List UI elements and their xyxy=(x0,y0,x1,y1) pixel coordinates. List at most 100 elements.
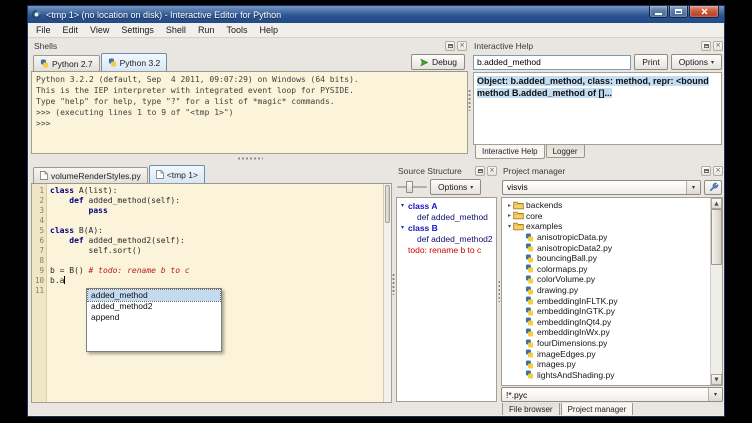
scrollbar-thumb[interactable] xyxy=(385,185,390,223)
title-bar[interactable]: <tmp 1> (no location on disk) - Interact… xyxy=(28,6,724,23)
splitter-horizontal[interactable] xyxy=(31,154,468,163)
close-panel-button[interactable]: × xyxy=(487,166,497,176)
project-file-row[interactable]: fourDimensions.py xyxy=(503,338,710,349)
shell-line: >>> (executing lines 1 to 9 of "<tmp 1>"… xyxy=(36,107,463,118)
wrench-icon xyxy=(708,182,719,193)
structure-panel-header[interactable]: Source Structure × xyxy=(395,164,498,177)
help-content[interactable]: Object: b.added_method, class: method, r… xyxy=(473,72,722,145)
slider-handle[interactable] xyxy=(406,181,413,193)
project-tab-project-manager[interactable]: Project manager xyxy=(561,403,634,415)
float-panel-button[interactable] xyxy=(475,166,485,176)
project-file-row[interactable]: embeddingInWx.py xyxy=(503,327,710,338)
project-file-row[interactable]: bouncingBall.py xyxy=(503,253,710,264)
project-folder-row[interactable]: ▾examples xyxy=(503,221,710,232)
menu-run[interactable]: Run xyxy=(192,24,221,36)
scroll-up-icon[interactable]: ▲ xyxy=(711,198,722,209)
float-icon xyxy=(478,169,483,173)
float-panel-button[interactable] xyxy=(701,41,711,51)
menu-view[interactable]: View xyxy=(84,24,115,36)
filter-input[interactable] xyxy=(502,390,708,400)
structure-item[interactable]: ▾class A xyxy=(398,200,495,211)
menu-file[interactable]: File xyxy=(30,24,57,36)
code-line xyxy=(50,256,383,266)
project-scrollbar[interactable]: ▲ ▼ xyxy=(710,198,722,385)
project-file-row[interactable]: drawing.py xyxy=(503,285,710,296)
structure-item-label: todo: rename b to c xyxy=(408,245,481,255)
autocomplete-item[interactable]: added_method2 xyxy=(88,301,220,312)
project-file-row[interactable]: embeddingInGTK.py xyxy=(503,306,710,317)
project-file-row[interactable]: colormaps.py xyxy=(503,264,710,275)
splitter-structure-project[interactable] xyxy=(498,164,500,415)
structure-item[interactable]: def added_method xyxy=(398,211,495,222)
python-file-icon xyxy=(524,243,535,252)
maximize-button[interactable] xyxy=(669,6,688,18)
autocomplete-item[interactable]: added_method xyxy=(88,290,220,301)
chevron-down-icon: ▾ xyxy=(686,181,700,194)
autocomplete-popup: added_methodadded_method2append xyxy=(86,288,222,352)
scroll-down-icon[interactable]: ▼ xyxy=(711,374,722,385)
editor-tab-volumerenderstyles-py[interactable]: volumeRenderStyles.py xyxy=(33,167,148,183)
project-select[interactable]: visvis ▾ xyxy=(502,180,701,195)
menu-shell[interactable]: Shell xyxy=(160,24,192,36)
print-button[interactable]: Print xyxy=(634,54,667,70)
close-icon: × xyxy=(459,42,465,49)
project-file-row[interactable]: embeddingInQt4.py xyxy=(503,317,710,328)
structure-item-label: class B xyxy=(408,223,438,233)
project-file-row[interactable]: anisotropicData2.py xyxy=(503,242,710,253)
splitter-editor-structure[interactable] xyxy=(392,164,395,403)
autocomplete-item[interactable]: append xyxy=(88,312,220,323)
project-tab-file-browser[interactable]: File browser xyxy=(502,403,560,415)
menu-help[interactable]: Help xyxy=(253,24,284,36)
filter-combobox[interactable]: ▾ xyxy=(501,387,723,402)
collapsed-arrow-icon: ▸ xyxy=(506,202,513,209)
editor-scrollbar[interactable] xyxy=(383,184,391,402)
close-panel-button[interactable]: × xyxy=(457,41,467,51)
minimize-button[interactable] xyxy=(649,6,668,18)
structure-item[interactable]: todo: rename b to c xyxy=(398,244,495,255)
help-options-button[interactable]: Options ▾ xyxy=(671,54,722,70)
project-file-row[interactable]: imageEdges.py xyxy=(503,348,710,359)
shell-tab-python-2-7[interactable]: Python 2.7 xyxy=(33,55,100,71)
scrollbar-track[interactable] xyxy=(711,209,722,374)
python-file-icon xyxy=(524,349,535,358)
project-file-row[interactable]: anisotropicData.py xyxy=(503,232,710,243)
help-panel-header[interactable]: Interactive Help × xyxy=(471,39,723,52)
structure-options-button[interactable]: Options ▾ xyxy=(430,179,481,195)
float-panel-button[interactable] xyxy=(445,41,455,51)
project-folder-row[interactable]: ▸core xyxy=(503,211,710,222)
project-file-row[interactable]: images.py xyxy=(503,359,710,370)
structure-item[interactable]: def added_method2 xyxy=(398,233,495,244)
menu-settings[interactable]: Settings xyxy=(115,24,160,36)
menu-tools[interactable]: Tools xyxy=(220,24,253,36)
editor-tab-tmp-1[interactable]: <tmp 1> xyxy=(149,165,205,183)
close-button[interactable] xyxy=(689,6,719,18)
help-tab-interactive-help[interactable]: Interactive Help xyxy=(475,145,545,159)
project-file-row[interactable]: embeddingInFLTK.py xyxy=(503,295,710,306)
scrollbar-thumb[interactable] xyxy=(711,209,722,265)
splitter-shells-help[interactable] xyxy=(467,39,471,160)
project-tree-wrap: ▸backends▸core▾examplesanisotropicData.p… xyxy=(501,197,723,386)
project-file-row[interactable]: lightsAndShading.py xyxy=(503,370,710,381)
project-panel-header[interactable]: Project manager × xyxy=(500,164,723,177)
help-tab-logger[interactable]: Logger xyxy=(546,145,585,158)
tree-item-label: anisotropicData2.py xyxy=(537,243,612,253)
float-panel-button[interactable] xyxy=(701,166,711,176)
python-icon xyxy=(108,58,117,67)
project-file-row[interactable]: colorVolume.py xyxy=(503,274,710,285)
shells-panel-header[interactable]: Shells × xyxy=(31,39,468,52)
structure-depth-slider[interactable] xyxy=(397,181,427,193)
close-panel-button[interactable]: × xyxy=(713,166,723,176)
structure-item-label: def added_method2 xyxy=(417,234,493,244)
structure-item-label: class A xyxy=(408,201,437,211)
tree-item-label: drawing.py xyxy=(537,285,578,295)
help-query-input[interactable] xyxy=(473,55,631,70)
shell-tab-python-3-2[interactable]: Python 3.2 xyxy=(101,53,168,71)
structure-item[interactable]: ▾class B xyxy=(398,222,495,233)
structure-toolbar: Options ▾ xyxy=(395,177,498,197)
close-panel-button[interactable]: × xyxy=(713,41,723,51)
project-folder-row[interactable]: ▸backends xyxy=(503,200,710,211)
debug-button[interactable]: Debug xyxy=(411,54,465,70)
menu-edit[interactable]: Edit xyxy=(57,24,85,36)
project-config-button[interactable] xyxy=(704,180,722,195)
shell-output[interactable]: Python 3.2.2 (default, Sep 4 2011, 09:07… xyxy=(31,72,468,154)
